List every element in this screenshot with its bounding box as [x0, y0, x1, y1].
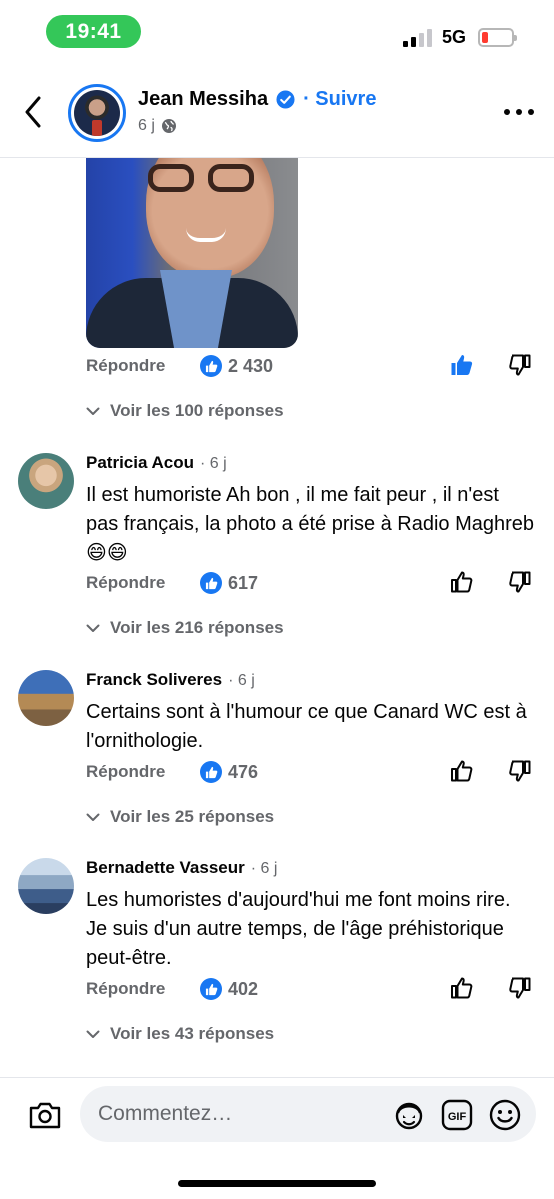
chevron-left-icon	[25, 96, 41, 128]
network-type: 5G	[442, 27, 467, 47]
more-options-button[interactable]	[504, 102, 534, 122]
avatar-sticker-icon[interactable]	[392, 1098, 426, 1132]
comment-time: · 6 j	[200, 455, 227, 472]
camera-icon[interactable]	[28, 1100, 62, 1130]
like-badge-icon	[200, 761, 222, 783]
comment-item: Bernadette Vasseur · 6 j Les humoristes …	[0, 858, 554, 988]
comment-actions: Répondre 2 430	[86, 351, 554, 381]
see-replies-label: Voir les 100 réponses	[110, 401, 284, 420]
post-meta: 6 j	[138, 117, 177, 135]
status-bar: 19:41 5G	[0, 0, 554, 70]
thumbs-down-icon[interactable]	[508, 976, 532, 1000]
verified-badge-icon	[276, 90, 295, 109]
commenter-avatar[interactable]	[18, 670, 74, 726]
reply-button[interactable]: Répondre	[86, 356, 200, 376]
more-horizontal-icon	[504, 109, 510, 115]
chevron-down-icon	[86, 407, 100, 415]
author-name[interactable]: Jean Messiha	[138, 88, 268, 111]
commenter-name[interactable]: Bernadette Vasseur	[86, 858, 245, 878]
commenter-name[interactable]: Patricia Acou	[86, 453, 194, 473]
globe-icon	[161, 119, 176, 133]
like-badge-icon	[200, 978, 222, 1000]
thumbs-up-icon[interactable]	[450, 976, 474, 1000]
post-age: 6 j	[138, 117, 155, 134]
author-avatar[interactable]	[68, 84, 126, 142]
cellular-signal-icon	[403, 29, 435, 47]
chevron-down-icon	[86, 624, 100, 632]
status-time: 19:41	[46, 15, 141, 48]
comment-item: Franck Soliveres · 6 j Certains sont à l…	[0, 670, 554, 770]
reply-button[interactable]: Répondre	[86, 979, 200, 999]
comment-text: Il est humoriste Ah bon , il me fait peu…	[86, 484, 535, 564]
like-count-value: 617	[228, 572, 259, 593]
see-replies-label: Voir les 216 réponses	[110, 618, 284, 637]
like-count[interactable]: 2 430	[200, 355, 273, 377]
comment-time: · 6 j	[250, 860, 278, 877]
reply-button[interactable]: Répondre	[86, 573, 200, 593]
reply-button[interactable]: Répondre	[86, 762, 200, 782]
like-count[interactable]: 617	[200, 572, 258, 594]
comment-photo[interactable]: ​	[86, 158, 298, 348]
comment-actions: Répondre 402	[86, 974, 554, 1004]
thumbs-up-filled-icon[interactable]	[450, 353, 474, 377]
see-replies-link[interactable]: Voir les 216 réponses	[86, 618, 284, 638]
back-button[interactable]	[18, 92, 48, 132]
comment-text: Les humoristes d'aujourd'hui me font moi…	[86, 889, 511, 969]
comment-text: Certains sont à l'humour ce que Canard W…	[86, 701, 527, 752]
comment-input[interactable]: Commentez… GIF	[80, 1086, 536, 1142]
see-replies-label: Voir les 25 réponses	[110, 807, 275, 826]
thumbs-down-icon[interactable]	[508, 353, 532, 377]
comment-actions: Répondre 476	[86, 757, 554, 787]
commenter-avatar[interactable]	[18, 453, 74, 509]
like-badge-icon	[200, 355, 222, 377]
like-count[interactable]: 476	[200, 761, 258, 783]
like-count[interactable]: 402	[200, 978, 258, 1000]
comment-placeholder: Commentez…	[98, 1102, 233, 1125]
commenter-avatar[interactable]	[18, 858, 74, 914]
thumbs-up-icon[interactable]	[450, 759, 474, 783]
author-row: Jean Messiha · Suivre	[138, 88, 376, 111]
comment-time: · 6 j	[228, 672, 255, 689]
like-badge-icon	[200, 572, 222, 594]
follow-button[interactable]: · Suivre	[303, 88, 376, 111]
svg-text:GIF: GIF	[448, 1111, 467, 1123]
gif-icon[interactable]: GIF	[440, 1098, 474, 1132]
thumbs-up-icon[interactable]	[450, 570, 474, 594]
home-indicator[interactable]	[178, 1180, 376, 1187]
comment-actions: Répondre 617	[86, 568, 554, 598]
commenter-name[interactable]: Franck Soliveres	[86, 670, 222, 690]
like-count-value: 2 430	[228, 355, 274, 376]
thumbs-down-icon[interactable]	[508, 570, 532, 594]
author-avatar-image	[74, 90, 120, 136]
comments-feed[interactable]: ​ Répondre 2 430 Voir les 100 réponses	[0, 158, 554, 1078]
thumbs-down-icon[interactable]	[508, 759, 532, 783]
like-count-value: 402	[228, 978, 259, 999]
see-replies-link[interactable]: Voir les 43 réponses	[86, 1024, 274, 1044]
emoji-icon[interactable]	[488, 1098, 522, 1132]
see-replies-label: Voir les 43 réponses	[110, 1024, 275, 1043]
like-count-value: 476	[228, 761, 259, 782]
chevron-down-icon	[86, 1030, 100, 1038]
see-replies-link[interactable]: Voir les 100 réponses	[86, 401, 284, 421]
see-replies-link[interactable]: Voir les 25 réponses	[86, 807, 274, 827]
chevron-down-icon	[86, 813, 100, 821]
battery-icon	[478, 28, 517, 47]
post-header: Jean Messiha · Suivre 6 j	[0, 72, 554, 158]
